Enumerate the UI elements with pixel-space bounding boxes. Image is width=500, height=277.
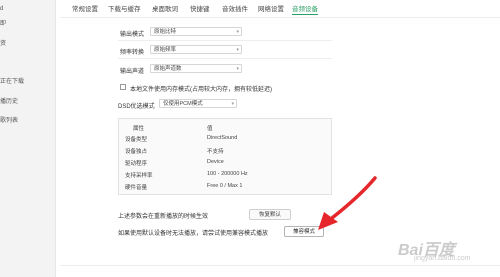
- device-info-table: 属性 值 设备类型 DirectSound 设备独占 不支持 驱动程序 Devi…: [118, 118, 332, 195]
- sidebar-item-playlist[interactable]: 歌列表: [0, 115, 18, 124]
- restore-default-button[interactable]: 恢复默认: [249, 209, 291, 220]
- dsd-label: DSD优选模式: [118, 104, 155, 110]
- sidebar-item-downloading[interactable]: 正在下载: [0, 76, 24, 85]
- restart-note: 上述参数会在重新播放的时候生效: [118, 214, 209, 220]
- table-cell-key: 设备独占: [125, 149, 148, 155]
- output-mode-label: 输出模式: [120, 32, 145, 38]
- output-channel-label: 输出声道: [120, 69, 145, 75]
- output-channel-value: 原始声道数: [154, 66, 182, 72]
- sidebar: d 即 资 正在下载 播历史 歌列表: [0, 0, 56, 277]
- output-mode-value: 原始比特: [154, 29, 177, 35]
- baidu-watermark-sub: jingyan.baidu.com: [414, 255, 471, 262]
- dsd-value: 仅使用PCM模式: [163, 101, 203, 107]
- table-cell-key: 驱动程序: [125, 161, 148, 167]
- sample-rate-label: 频率转换: [120, 50, 145, 56]
- tab-general[interactable]: 常规设置: [72, 3, 98, 13]
- table-cell-value: Free 0 / Max 1: [207, 183, 243, 189]
- sidebar-item-2[interactable]: 即: [0, 18, 6, 27]
- table-cell-value: 不支持: [207, 149, 224, 155]
- output-channel-select[interactable]: 原始声道数 ▾: [150, 64, 242, 73]
- sample-rate-select[interactable]: 原始频率 ▾: [150, 45, 242, 54]
- chevron-down-icon: ▾: [236, 47, 239, 53]
- sidebar-item-top[interactable]: d: [0, 6, 3, 12]
- chevron-down-icon: ▾: [236, 66, 239, 72]
- table-header-value: 值: [207, 126, 213, 132]
- output-mode-select[interactable]: 原始比特 ▾: [150, 27, 242, 36]
- table-cell-value: DirectSound: [207, 135, 238, 141]
- tab-hotkeys[interactable]: 快捷键: [190, 3, 210, 13]
- table-cell-value: 100 - 200000 Hz: [207, 171, 248, 177]
- tab-audio-plugins[interactable]: 音效插件: [222, 3, 248, 13]
- table-header-property: 属性: [133, 126, 145, 132]
- sidebar-item-3[interactable]: 资: [0, 38, 6, 47]
- tab-download-cache[interactable]: 下载与缓存: [108, 3, 141, 13]
- tab-network[interactable]: 网络设置: [258, 3, 284, 13]
- dsd-select[interactable]: 仅使用PCM模式 ▾: [159, 99, 237, 108]
- compat-note: 如果使用默认设备时无法播放，请尝试使用兼容模式播放: [118, 231, 269, 237]
- tab-audio-device[interactable]: 音频设备: [292, 3, 318, 15]
- table-cell-value: Device: [207, 159, 224, 165]
- divider: [118, 58, 332, 59]
- bottom-divider: [60, 265, 500, 266]
- table-cell-key: 支持采样率: [125, 173, 153, 179]
- memory-mode-checkbox[interactable]: [120, 84, 126, 90]
- chevron-down-icon: ▾: [236, 29, 239, 35]
- memory-mode-label: 本地文件使用内存模式(占用较大内存，拥有较低延迟): [130, 87, 272, 93]
- chevron-down-icon: ▾: [231, 101, 234, 107]
- table-cell-key: 设备类型: [125, 137, 148, 143]
- sidebar-item-history[interactable]: 播历史: [0, 96, 18, 105]
- compat-mode-button[interactable]: 兼容模式: [284, 226, 324, 237]
- divider: [118, 40, 332, 41]
- sample-rate-value: 原始频率: [154, 47, 177, 53]
- tab-desktop-lyrics[interactable]: 桌面歌词: [152, 3, 178, 13]
- table-cell-key: 硬件音量: [125, 185, 148, 191]
- tab-divider: [60, 17, 500, 18]
